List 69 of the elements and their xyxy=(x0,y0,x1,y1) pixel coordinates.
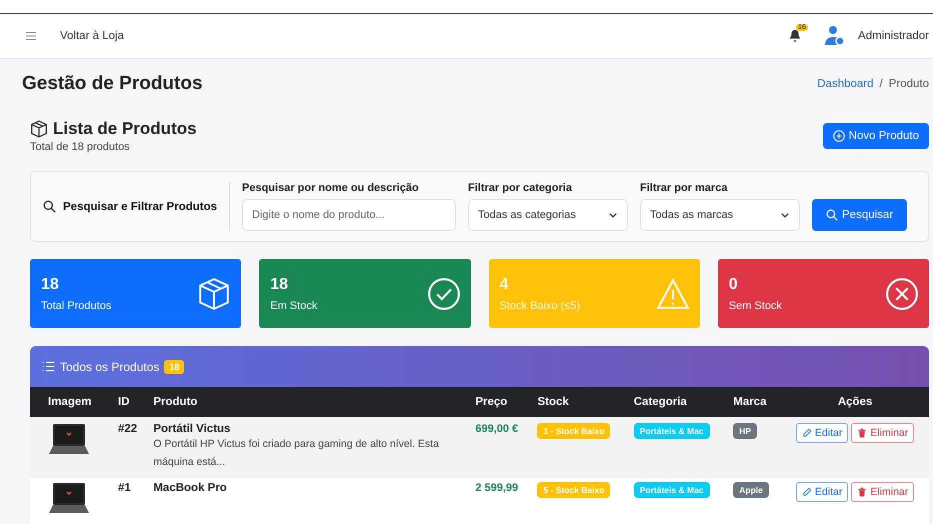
stat-label: Sem Stock xyxy=(728,300,782,312)
box-icon xyxy=(30,120,48,138)
stock-badge: 1 - Stock Baixo xyxy=(537,423,610,439)
product-description: O Portátil HP Victus foi criado para gaming de alto nível. Esta máquina está... xyxy=(153,437,440,470)
count-badge: 18 xyxy=(164,360,184,374)
list-title: Lista de Produtos xyxy=(53,119,197,139)
menu-icon[interactable] xyxy=(26,32,36,40)
pencil-icon xyxy=(802,428,812,438)
column-header: Ações xyxy=(781,387,929,417)
laptop-drawing xyxy=(48,482,90,516)
stock-badge: 5 - Stock Baixo xyxy=(537,482,610,498)
brand-badge: Apple xyxy=(733,482,769,498)
stat-label: Total Produtos xyxy=(41,300,112,312)
product-name: MacBook Pro xyxy=(153,482,228,494)
trash-icon xyxy=(857,428,868,438)
stat-value: 18 xyxy=(270,276,290,294)
brand-badge: HP xyxy=(733,423,758,439)
edit-button[interactable]: Editar xyxy=(796,423,848,443)
table-cell: #22 xyxy=(112,417,148,478)
column-header: Preço xyxy=(469,387,532,417)
search-button[interactable]: Pesquisar xyxy=(812,199,908,231)
table-title: Todos os Produtos xyxy=(60,360,160,374)
filter-title: Pesquisar e Filtrar Produtos xyxy=(63,200,218,212)
user-name[interactable]: Administrador xyxy=(858,30,929,42)
column-header: Marca xyxy=(727,387,782,417)
stat-label: Em Stock xyxy=(270,300,318,312)
field-label: Filtrar por marca xyxy=(640,182,728,194)
search-icon xyxy=(43,200,56,213)
edit-button[interactable]: Editar xyxy=(796,482,848,502)
box-icon xyxy=(197,276,232,310)
column-header: Imagem xyxy=(30,387,112,417)
column-header: Stock xyxy=(531,387,628,417)
stat-value: 18 xyxy=(41,276,60,294)
breadcrumb-current: Produto xyxy=(888,78,929,90)
table-cell: #1 xyxy=(112,478,148,524)
check-circle-icon xyxy=(426,276,460,310)
product-name: Portátil Victus xyxy=(153,423,232,435)
field-label: Pesquisar por nome ou descrição xyxy=(242,182,420,194)
stat-label: Stock Baixo (≤5) xyxy=(500,300,580,312)
pencil-icon xyxy=(802,486,812,497)
delete-button[interactable]: Eliminar xyxy=(851,482,914,502)
plus-circle-icon xyxy=(832,130,845,142)
search-icon xyxy=(826,209,838,221)
column-header: Categoria xyxy=(628,387,728,417)
category-badge: Portáteis & Mac xyxy=(634,423,710,439)
category-badge: Portáteis & Mac xyxy=(634,482,710,498)
page-title: Gestão de Produtos xyxy=(22,73,203,95)
trash-icon xyxy=(857,486,868,497)
warning-icon xyxy=(656,276,690,310)
price-text: 699,00 € xyxy=(475,423,518,435)
breadcrumb-link[interactable]: Dashboard xyxy=(817,78,874,90)
search-field[interactable]: Digite o nome do produto... xyxy=(242,199,456,231)
column-header: Produto xyxy=(147,387,470,417)
stat-value: 4 xyxy=(500,276,510,294)
delete-button[interactable]: Eliminar xyxy=(851,423,914,443)
brand-dropdown[interactable]: Todas as marcas xyxy=(640,199,800,231)
x-circle-icon xyxy=(885,276,919,310)
category-dropdown[interactable]: Todas as categorias xyxy=(468,199,628,231)
list-icon xyxy=(42,361,55,372)
laptop-drawing xyxy=(48,423,90,457)
column-header: ID xyxy=(112,387,148,417)
field-label: Filtrar por categoria xyxy=(468,182,573,194)
bell-icon[interactable] xyxy=(788,29,802,43)
stat-value: 0 xyxy=(728,276,739,294)
new-product-button[interactable]: Novo Produto xyxy=(822,123,929,149)
product-total-text: Total de 18 produtos xyxy=(30,141,131,153)
back-to-store-link[interactable]: Voltar à Loja xyxy=(60,30,124,42)
breadcrumb-separator: / xyxy=(880,78,883,90)
price-text: 2 599,99 xyxy=(475,482,518,494)
